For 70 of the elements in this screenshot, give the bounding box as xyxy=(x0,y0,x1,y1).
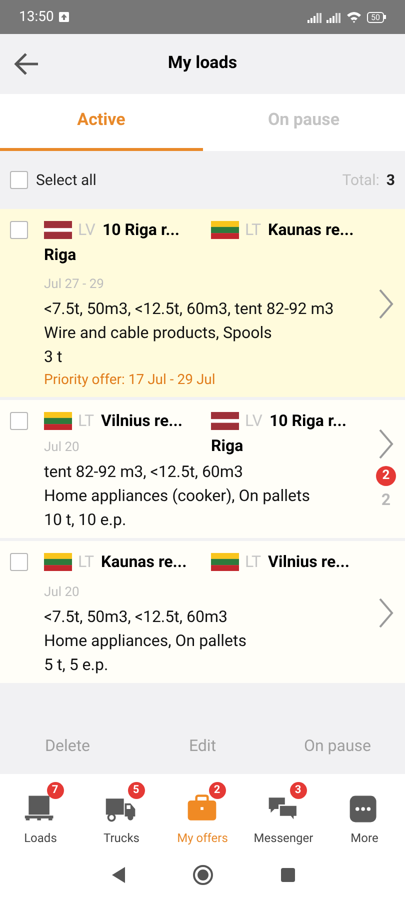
signal-icon xyxy=(307,12,322,22)
notification-badge: 5 xyxy=(128,782,144,799)
checkbox[interactable] xyxy=(10,553,28,571)
load-card[interactable]: LT Kaunas re... LT Vilnius re... Jul 20 <7.5t, 50m3, <12.5t, 60m3 Home appliances, On pallets 5 t, 5 e.p. xyxy=(0,541,405,683)
nav-label[interactable]: More xyxy=(350,829,378,847)
city-name: Kaunas re... xyxy=(101,551,187,573)
country-code: LT xyxy=(245,551,262,573)
nav-tab[interactable]: 3 Messenger xyxy=(243,774,324,858)
flag-icon xyxy=(44,412,72,430)
flag-icon xyxy=(211,553,239,571)
vehicle-specs: <7.5t, 50m3, <12.5t, 60m3 xyxy=(44,606,228,628)
nav-label[interactable]: Loads xyxy=(24,829,57,847)
nav-tab[interactable]: More xyxy=(324,774,405,858)
battery-indicator: 50 xyxy=(367,12,384,22)
city-name: Kaunas re... xyxy=(268,219,354,241)
notification-badge: 7 xyxy=(46,782,64,799)
total-count: 3 xyxy=(386,170,395,191)
nav-tab[interactable]: 2 My offers xyxy=(162,774,243,858)
notification-badge: 2 xyxy=(208,782,226,799)
offer-count: 2 xyxy=(381,489,391,511)
cargo-weight: 5 t, 5 e.p. xyxy=(44,654,110,676)
country-code: LV xyxy=(245,410,262,432)
notification-badge: 2 xyxy=(376,466,396,486)
nav-tab[interactable]: 7 Loads xyxy=(0,774,81,858)
chevron-right-icon[interactable] xyxy=(377,288,395,320)
country-code: LT xyxy=(245,219,262,241)
load-card[interactable]: LV 10 Riga r... LT Kaunas re... Riga Jul 27 - 29 <7.5t, 50m3, <12.5t, 60m3, tent 82-92 m3 Wire and cable products, Spools 3 t Priority offer: 17 Jul - 29 Jul xyxy=(0,209,405,397)
notification-badge: 3 xyxy=(290,782,306,799)
cargo-weight: 10 t, 10 e.p. xyxy=(44,509,128,531)
city-name: Riga xyxy=(211,435,244,457)
chevron-right-icon[interactable] xyxy=(377,428,395,460)
vehicle-specs: tent 82-92 m3, <12.5t, 60m3 xyxy=(44,461,244,483)
checkbox[interactable] xyxy=(10,171,28,189)
city-name: 10 Riga r... xyxy=(102,219,180,241)
city-name: 10 Riga r... xyxy=(269,410,346,432)
status-time: 13:50 xyxy=(19,8,54,26)
wifi-icon xyxy=(346,11,362,23)
page-title: My loads xyxy=(168,52,238,76)
flag-icon xyxy=(211,221,239,239)
cargo-weight: 3 t xyxy=(44,346,64,368)
checkbox[interactable] xyxy=(10,221,28,239)
nav-label[interactable]: Messenger xyxy=(254,829,314,847)
nav-label[interactable]: Trucks xyxy=(104,829,140,847)
chevron-right-icon[interactable] xyxy=(377,597,395,629)
upload-icon xyxy=(58,11,70,23)
flag-icon xyxy=(211,412,239,430)
city-name: Riga xyxy=(44,244,76,266)
country-code: LT xyxy=(78,551,94,573)
vehicle-specs: <7.5t, 50m3, <12.5t, 60m3, tent 82-92 m3 xyxy=(44,298,335,320)
recents-square-icon[interactable] xyxy=(280,867,296,883)
country-code: LT xyxy=(78,410,94,432)
select-all-label[interactable]: Select all xyxy=(36,168,96,192)
cargo-description: Home appliances (cooker), On pallets xyxy=(44,485,312,507)
cargo-description: Home appliances, On pallets xyxy=(44,630,248,652)
country-code: LV xyxy=(78,219,96,241)
load-date: Jul 20 xyxy=(44,584,80,602)
cargo-description: Wire and cable products, Spools xyxy=(44,322,273,344)
back-triangle-icon[interactable] xyxy=(110,866,126,884)
city-name: Vilnius re... xyxy=(268,551,350,573)
nav-tab[interactable]: 5 Trucks xyxy=(81,774,162,858)
flag-icon xyxy=(44,221,72,239)
load-date: Jul 20 xyxy=(44,439,80,457)
flag-icon xyxy=(44,553,72,571)
signal-icon xyxy=(326,12,341,22)
home-circle-icon[interactable] xyxy=(192,864,214,886)
load-card[interactable]: LT Vilnius re... LV 10 Riga r... Jul 20 Riga tent 82-92 m3, <12.5t, 60m3 Home appliances (cooker), On pallets 10 t, 10 e.p. 2 2 xyxy=(0,400,405,538)
city-name: Vilnius re... xyxy=(101,410,183,432)
checkbox[interactable] xyxy=(10,412,28,430)
priority-offer: Priority offer: 17 Jul - 29 Jul xyxy=(44,371,216,390)
load-date: Jul 27 - 29 xyxy=(44,276,105,294)
